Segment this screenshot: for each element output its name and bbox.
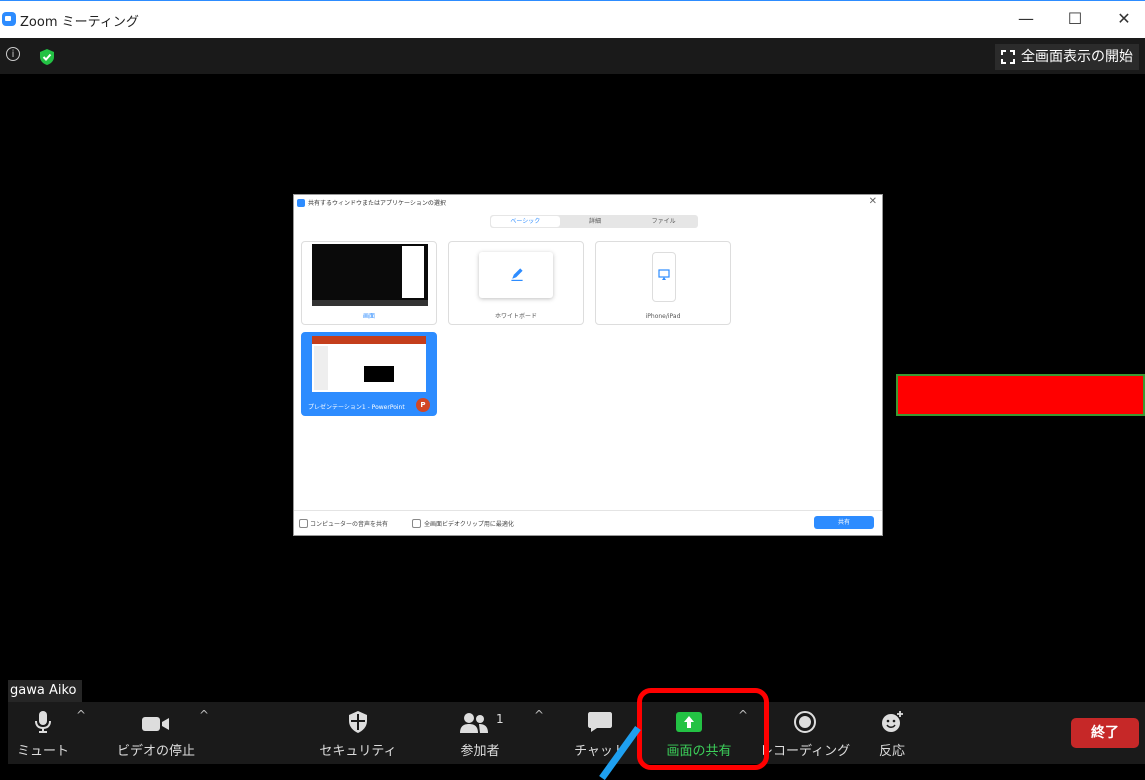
share-dialog: 共有するウィンドウまたはアプリケーションの選択 ✕ ベーシック 詳細 ファイル … (293, 194, 883, 536)
share-tabs: ベーシック 詳細 ファイル (490, 215, 698, 228)
share-tile-iphone-ipad[interactable]: iPhone/iPad (595, 241, 731, 325)
participants-options-caret-icon[interactable]: ^ (534, 708, 544, 722)
record-label: レコーディング (760, 744, 851, 759)
share-tile-whiteboard[interactable]: ホワイトボード (448, 241, 584, 325)
stop-video-button[interactable]: ビデオの停止 (108, 702, 204, 764)
participant-name-label: gawa Aiko (8, 680, 83, 702)
video-camera-icon (142, 717, 169, 731)
share-tile-screen[interactable]: 画面 (301, 241, 437, 325)
powerpoint-thumbnail (312, 336, 426, 392)
share-tile-label: ホワイトボード (494, 313, 537, 320)
minimize-button[interactable]: — (1012, 7, 1040, 31)
mute-label: ミュート (16, 744, 69, 759)
share-audio-label: コンピューターの音声を共有 (310, 521, 389, 528)
reactions-label: 反応 (878, 744, 905, 759)
microphone-icon (35, 711, 51, 733)
share-tile-powerpoint[interactable]: プレゼンテーション1 - PowerPoint P (301, 332, 437, 416)
share-dialog-header: 共有するウィンドウまたはアプリケーションの選択 ✕ (294, 195, 882, 211)
title-bar: Zoom ミーティング — ☐ ✕ (0, 0, 1145, 38)
end-meeting-button[interactable]: 終了 (1071, 718, 1139, 748)
mute-button[interactable]: ミュート (10, 702, 76, 764)
share-highlight-box (637, 688, 769, 770)
phone-preview (652, 252, 676, 302)
window-title: Zoom ミーティング (20, 15, 139, 30)
security-button[interactable]: セキュリティ (318, 702, 398, 764)
encryption-shield-icon[interactable] (38, 48, 56, 66)
fullscreen-icon (1001, 50, 1015, 64)
share-tile-label: iPhone/iPad (645, 313, 681, 320)
participants-label: 参加者 (460, 744, 500, 759)
fullscreen-button[interactable]: 全画面表示の開始 (995, 44, 1139, 70)
share-dialog-title: 共有するウィンドウまたはアプリケーションの選択 (308, 200, 446, 207)
info-icon[interactable]: i (6, 47, 20, 61)
tab-advanced[interactable]: 詳細 (561, 215, 630, 228)
pointer-arrow-icon (599, 725, 641, 780)
pencil-icon (511, 268, 523, 281)
airplay-icon (658, 269, 670, 280)
share-dialog-footer: コンピューターの音声を共有 全画面ビデオクリップ用に最適化 共有 (294, 510, 882, 535)
tab-files[interactable]: ファイル (629, 215, 698, 228)
share-audio-checkbox[interactable] (299, 519, 308, 528)
record-icon (794, 711, 816, 733)
security-shield-icon (349, 711, 367, 733)
tab-basic[interactable]: ベーシック (491, 216, 560, 227)
reactions-button[interactable]: 反応 (862, 702, 922, 764)
share-tile-label: 画面 (362, 313, 375, 320)
red-rectangle (896, 374, 1145, 416)
screen-thumbnail (312, 244, 428, 306)
whiteboard-preview (479, 252, 553, 298)
optimize-video-label: 全画面ビデオクリップ用に最適化 (424, 521, 514, 528)
zoom-app-icon (2, 12, 16, 26)
maximize-button[interactable]: ☐ (1061, 7, 1089, 31)
optimize-video-checkbox[interactable] (412, 519, 421, 528)
participants-count: 1 (496, 712, 504, 726)
zoom-small-icon (297, 199, 305, 207)
audio-options-caret-icon[interactable]: ^ (76, 708, 86, 722)
close-button[interactable]: ✕ (1110, 7, 1138, 31)
fullscreen-label: 全画面表示の開始 (1021, 49, 1133, 65)
powerpoint-icon: P (416, 398, 430, 412)
participants-icon (460, 713, 488, 733)
record-button[interactable]: レコーディング (760, 702, 850, 764)
participants-button[interactable]: 1 参加者 (438, 702, 522, 764)
video-options-caret-icon[interactable]: ^ (199, 708, 209, 722)
security-label: セキュリティ (319, 744, 397, 759)
meeting-top-bar (0, 38, 1145, 74)
stop-video-label: ビデオの停止 (116, 744, 195, 759)
reaction-smiley-icon (882, 711, 903, 732)
share-dialog-close-icon[interactable]: ✕ (869, 196, 877, 207)
share-tile-label: プレゼンテーション1 - PowerPoint (308, 404, 405, 411)
share-button[interactable]: 共有 (814, 516, 874, 529)
